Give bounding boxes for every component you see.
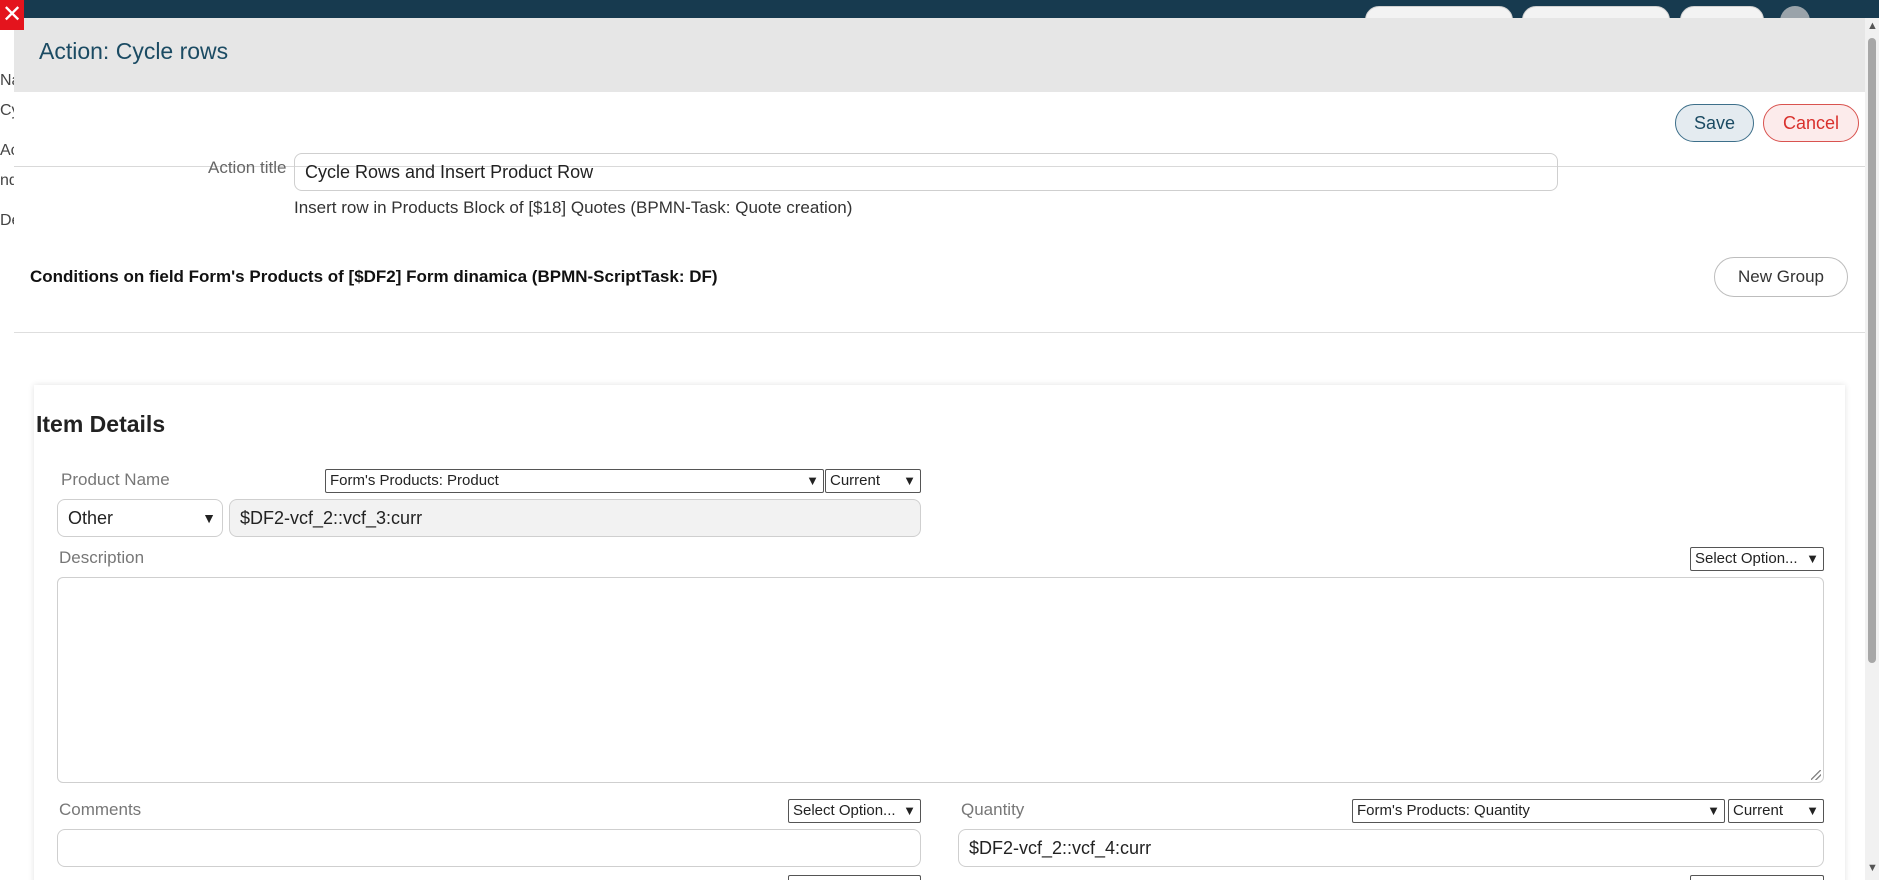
next-row-select[interactable] <box>788 875 921 880</box>
product-name-type-select[interactable]: Other ▼ <box>57 499 223 537</box>
chevron-down-icon: ▼ <box>903 473 916 488</box>
background-page-left: Na Cy Ac nd De <box>0 18 14 880</box>
quantity-source-select[interactable]: Form's Products: Quantity ▼ <box>1352 799 1725 823</box>
chevron-down-icon: ▼ <box>1806 803 1819 818</box>
product-name-input[interactable]: $DF2-vcf_2::vcf_3:curr <box>229 499 921 537</box>
action-title-label: Action title <box>208 158 287 177</box>
product-name-label: Product Name <box>61 470 170 489</box>
scroll-up-arrow-icon[interactable]: ▲ <box>1867 20 1878 32</box>
background-text: Cy <box>0 102 14 119</box>
chevron-down-icon: ▼ <box>202 510 216 526</box>
product-name-type-value: Other <box>68 508 114 528</box>
quantity-label: Quantity <box>961 800 1025 819</box>
modal-header: Action: Cycle rows <box>14 18 1865 92</box>
action-modal: Action: Cycle rows Save Cancel Action ti… <box>14 18 1865 880</box>
product-name-row-value: Current <box>830 472 881 489</box>
chevron-down-icon: ▼ <box>1806 551 1819 566</box>
action-title-input[interactable]: Cycle Rows and Insert Product Row <box>294 153 1558 191</box>
resize-handle-icon[interactable] <box>1811 770 1821 780</box>
new-group-button[interactable]: New Group <box>1714 257 1848 297</box>
product-name-row-select[interactable]: Current ▼ <box>825 469 921 493</box>
chevron-down-icon: ▼ <box>1707 803 1720 818</box>
quantity-row-select[interactable]: Current ▼ <box>1728 799 1824 823</box>
description-label: Description <box>59 548 145 567</box>
description-option-select[interactable]: Select Option... ▼ <box>1690 547 1824 571</box>
chevron-down-icon: ▼ <box>806 473 819 488</box>
section-divider <box>14 332 1865 333</box>
conditions-heading: Conditions on field Form's Products of [… <box>30 267 718 286</box>
comments-option-value: Select Option... <box>793 802 896 819</box>
comments-input[interactable] <box>57 829 921 867</box>
background-text: Ac <box>0 142 14 159</box>
background-text: nd <box>0 172 14 189</box>
chevron-down-icon: ▼ <box>903 803 916 818</box>
product-name-source-value: Form's Products: Product <box>330 472 499 489</box>
quantity-row-value: Current <box>1733 802 1784 819</box>
description-textarea[interactable] <box>57 577 1824 783</box>
save-button[interactable]: Save <box>1675 104 1754 142</box>
action-description-text: Insert row in Products Block of [$18] Qu… <box>294 198 853 217</box>
quantity-source-value: Form's Products: Quantity <box>1357 802 1530 819</box>
scrollbar-thumb[interactable] <box>1868 38 1876 663</box>
quantity-input[interactable]: $DF2-vcf_2::vcf_4:curr <box>958 829 1824 867</box>
comments-label: Comments <box>59 800 142 819</box>
item-details-title: Item Details <box>36 411 166 437</box>
description-option-value: Select Option... <box>1695 550 1798 567</box>
close-icon[interactable]: ✕ <box>0 0 24 30</box>
product-name-source-select[interactable]: Form's Products: Product ▼ <box>325 469 824 493</box>
cancel-button[interactable]: Cancel <box>1763 104 1859 142</box>
background-text: Na <box>0 72 14 89</box>
background-text: De <box>0 212 14 229</box>
modal-title: Action: Cycle rows <box>39 38 229 64</box>
next-row-select[interactable] <box>1690 875 1824 880</box>
scroll-down-arrow-icon[interactable]: ▼ <box>1867 862 1878 874</box>
comments-option-select[interactable]: Select Option... ▼ <box>788 799 921 823</box>
